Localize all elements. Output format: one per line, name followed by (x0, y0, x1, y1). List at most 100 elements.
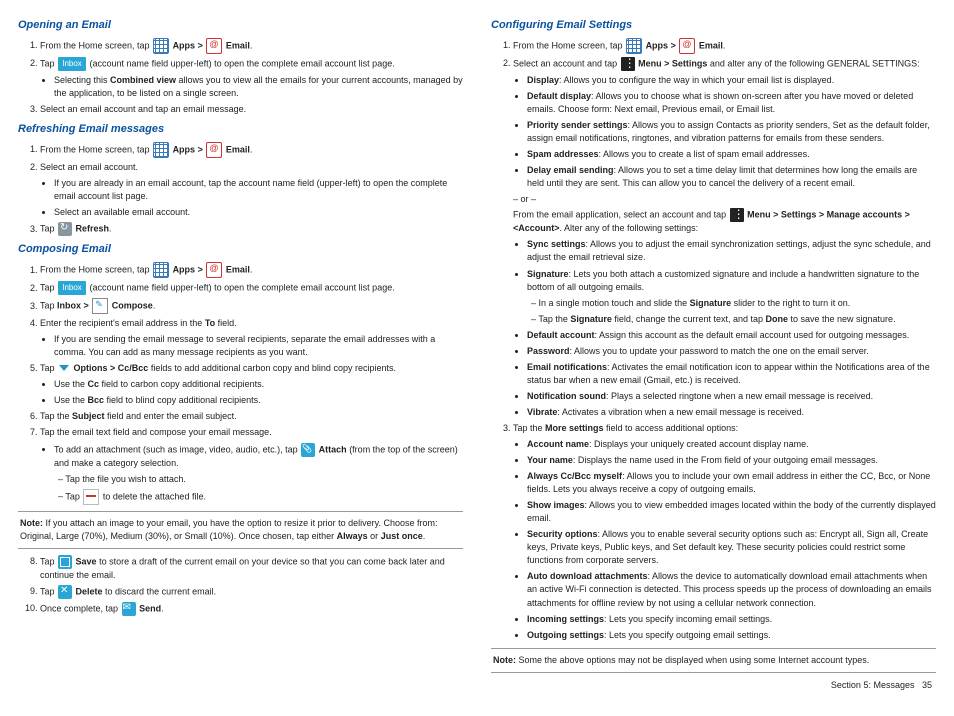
email-label: Email (699, 40, 723, 50)
bullet-priority: Priority sender settings: Allows you to … (527, 119, 936, 145)
text: Use the (54, 395, 88, 405)
text: : Displays your uniquely created account… (589, 439, 809, 449)
text: (account name field upper-left) to open … (90, 283, 395, 293)
ref-step-3: Tap Refresh. (40, 222, 463, 236)
bullet-outgoing: Outgoing settings: Lets you specify outg… (527, 629, 936, 642)
email-label: Email (226, 265, 250, 275)
text: Tap (40, 556, 57, 566)
dash-1: Tap the file you wish to attach. (58, 473, 463, 486)
bullet-delay: Delay email sending: Allows you to set a… (527, 164, 936, 190)
text: Tap (40, 586, 57, 596)
comp-step-4-bullet: If you are sending the email message to … (54, 333, 463, 359)
note-resize-image: Note: If you attach an image to your ema… (18, 511, 463, 549)
text: : Allows you to adjust the email synchro… (527, 239, 931, 262)
text: : Allows you to create a list of spam em… (599, 149, 810, 159)
text: Tap the (513, 423, 545, 433)
comp-step-7-attach: To add an attachment (such as image, vid… (54, 443, 463, 505)
note-label: Note: (493, 655, 516, 665)
open-step-3: Select an email account and tap an email… (40, 103, 463, 116)
text: Use the (54, 379, 88, 389)
text: or (368, 531, 381, 541)
bold: Signature (570, 314, 612, 324)
ref-step-2: Select an email account. If you are alre… (40, 161, 463, 219)
open-step-1: From the Home screen, tap Apps > Email. (40, 38, 463, 54)
text: field to blind copy additional recipient… (104, 395, 261, 405)
bold: Delete (76, 586, 103, 596)
apps-label: Apps > (646, 40, 679, 50)
text: Tap (40, 283, 57, 293)
text: From the Home screen, tap (40, 40, 152, 50)
sig-dash-1: In a single motion touch and slide the S… (531, 297, 936, 310)
email-label: Email (226, 40, 250, 50)
text: Tap (40, 58, 57, 68)
bullet-signature: Signature: Lets you both attach a custom… (527, 268, 936, 326)
inbox-icon: Inbox (58, 57, 86, 71)
list-refreshing: From the Home screen, tap Apps > Email. … (18, 142, 463, 236)
bold: Spam addresses (527, 149, 599, 159)
or-divider: – or – (513, 193, 936, 206)
bullet-default-display: Default display: Allows you to choose wh… (527, 90, 936, 116)
apps-icon (626, 38, 642, 54)
refresh-label: Refresh (76, 224, 110, 234)
text: Tap the email text field and compose you… (40, 427, 272, 437)
bold: Just once (381, 531, 423, 541)
send-icon (122, 602, 136, 616)
list-composing-cont: Tap Save to store a draft of the current… (18, 555, 463, 616)
email-icon (206, 142, 222, 158)
left-column: Opening an Email From the Home screen, t… (18, 14, 463, 692)
bold: Menu > Settings (638, 58, 707, 68)
text: field, change the current text, and tap (612, 314, 766, 324)
text: Select an email account. (40, 162, 138, 172)
bold: Sync settings (527, 239, 586, 249)
compose-icon (92, 298, 108, 314)
refresh-icon (58, 222, 72, 236)
bold: Security options (527, 529, 598, 539)
text: field. (215, 318, 237, 328)
open-step-2-bullet: Selecting this Combined view allows you … (54, 74, 463, 100)
ref-step-2a: If you are already in an email account, … (54, 177, 463, 203)
bold: Display (527, 75, 559, 85)
bullet-default-account: Default account: Assign this account as … (527, 329, 936, 342)
bullet-vibrate: Vibrate: Activates a vibration when a ne… (527, 406, 936, 419)
bullet-sync: Sync settings: Allows you to adjust the … (527, 238, 936, 264)
text: fields to add additional carbon copy and… (148, 363, 396, 373)
text: From the Home screen, tap (40, 144, 152, 154)
bold: Subject (72, 411, 105, 421)
attach-icon (301, 443, 315, 457)
text: and alter any of the following GENERAL S… (707, 58, 919, 68)
text: From the Home screen, tap (40, 265, 152, 275)
ref-step-1: From the Home screen, tap Apps > Email. (40, 142, 463, 158)
text: Tap (65, 491, 82, 501)
bullet-notification-sound: Notification sound: Plays a selected rin… (527, 390, 936, 403)
heading-refreshing: Refreshing Email messages (18, 122, 463, 138)
bold: Attach (319, 444, 347, 454)
bold: Notification sound (527, 391, 606, 401)
text: : Assign this account as the default ema… (595, 330, 910, 340)
text: : Lets you specify outgoing email settin… (604, 630, 771, 640)
bold: Email notifications (527, 362, 607, 372)
bold: Delay email sending (527, 165, 614, 175)
comp-step-7: Tap the email text field and compose you… (40, 426, 463, 504)
email-label: Email (226, 144, 250, 154)
apps-icon (153, 262, 169, 278)
text: In a single motion touch and slide the (539, 298, 690, 308)
text: to delete the attached file. (103, 491, 206, 501)
heading-composing: Composing Email (18, 242, 463, 258)
footer-page-number: 35 (922, 680, 932, 690)
bold: Signature (690, 298, 732, 308)
text: field and enter the email subject. (105, 411, 237, 421)
page-columns: Opening an Email From the Home screen, t… (18, 14, 936, 692)
email-icon (206, 262, 222, 278)
text: Tap (40, 363, 57, 373)
comp-step-6: Tap the Subject field and enter the emai… (40, 410, 463, 423)
heading-configuring: Configuring Email Settings (491, 18, 936, 34)
bold: Inbox > (57, 301, 91, 311)
bold: To (205, 318, 215, 328)
bullet-spam: Spam addresses: Allows you to create a l… (527, 148, 936, 161)
bold: Password (527, 346, 570, 356)
bold: Show images (527, 500, 585, 510)
apps-label: Apps > (173, 265, 206, 275)
bold: Save (76, 556, 97, 566)
bullet-show-images: Show images: Allows you to view embedded… (527, 499, 936, 525)
bold: Always Cc/Bcc myself (527, 471, 622, 481)
